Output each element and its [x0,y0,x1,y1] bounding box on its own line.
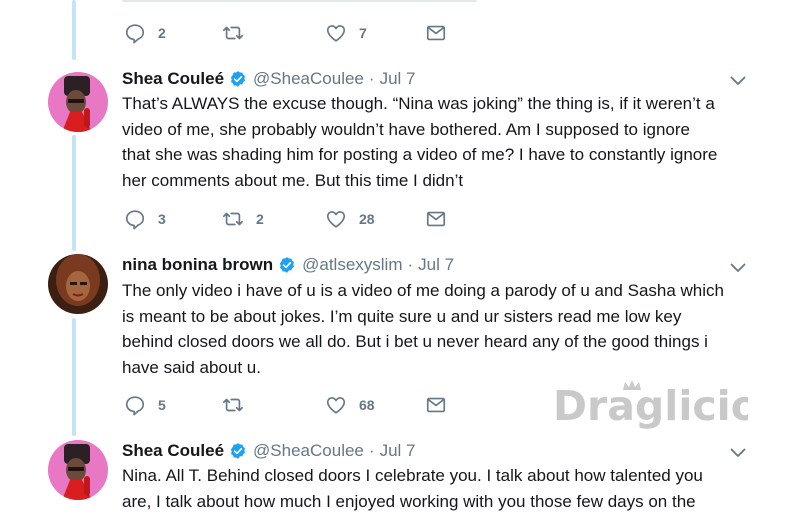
like-button[interactable]: 7 [325,21,367,45]
chevron-down-icon[interactable] [730,448,746,458]
handle[interactable]: @SheaCoulee [253,69,364,89]
separator: · [368,69,375,88]
envelope-icon [426,211,446,227]
verified-badge-icon [280,257,295,273]
reply-icon [125,24,145,44]
like-count: 7 [359,25,367,41]
heart-icon [326,25,346,42]
tweet-text-line: Nina. All T. Behind closed doors I celeb… [122,466,703,485]
avatar[interactable] [48,440,108,500]
retweet-icon [223,398,243,412]
retweet-icon [223,212,243,226]
tweet-text-line: her comments about me. But this time I d… [122,170,464,190]
reply-count: 2 [158,25,166,41]
heart-icon [326,397,346,414]
tweet-text-cut-off [122,0,482,4]
like-count: 28 [359,211,375,227]
tweet-1[interactable]: Shea Couleé @SheaCoulee · Jul 7 That’s A… [0,66,797,236]
display-name[interactable]: Shea Couleé [122,69,224,89]
tweet-text-line: That’s ALWAYS the excuse though. “Nina w… [122,94,715,113]
handle[interactable]: @SheaCoulee [253,441,364,461]
tweet-text: Nina. All T. Behind closed doors I celeb… [122,463,742,514]
envelope-icon [426,397,446,413]
separator: · [368,441,375,460]
tweet-top-partial: 2 7 [0,0,797,50]
reply-button[interactable]: 3 [124,207,166,231]
avatar[interactable] [48,254,108,314]
chevron-down-icon[interactable] [730,263,746,273]
retweet-button[interactable] [222,393,244,417]
tweet-header: nina bonina brown @atlsexyslim · Jul 7 [122,254,454,276]
message-button[interactable] [425,21,447,45]
tweet-date[interactable]: Jul 7 [418,255,454,275]
tweet-date[interactable]: Jul 7 [380,441,416,461]
separator: · [407,255,414,274]
tweet-text-line: are, I talk about how much I enjoyed wor… [122,491,696,511]
retweet-button[interactable]: 2 [222,207,264,231]
tweet-text-line: is meant to be about jokes. I’m quite su… [122,306,682,326]
reply-count: 3 [158,211,166,227]
retweet-button[interactable] [222,21,244,45]
watermark-logo: Draglicious [553,380,748,430]
like-button[interactable]: 28 [325,207,375,231]
chevron-down-icon[interactable] [730,76,746,86]
reply-icon [125,210,145,230]
tweet-text-line: that she was shading him for posting a v… [122,145,718,164]
reply-count: 5 [158,397,166,413]
like-count: 68 [359,397,375,413]
verified-badge-icon [230,443,246,459]
tweet-3[interactable]: Shea Couleé @SheaCoulee · Jul 7 Nina. Al… [0,440,797,520]
tweet-text-line: video of me, she probably wouldn’t have … [122,119,690,139]
tweet-text-line: The only video i have of u is a video of… [122,281,724,300]
watermark-text: Draglicious [553,382,748,430]
message-button[interactable] [425,393,447,417]
reply-button[interactable]: 2 [124,21,166,45]
display-name[interactable]: nina bonina brown [122,255,273,275]
handle[interactable]: @atlsexyslim [302,255,402,275]
retweet-count: 2 [256,211,264,227]
message-button[interactable] [425,207,447,231]
tweet-text: That’s ALWAYS the excuse though. “Nina w… [122,91,742,193]
like-button[interactable]: 68 [325,393,375,417]
display-name[interactable]: Shea Couleé [122,441,224,461]
tweet-date[interactable]: Jul 7 [380,69,416,89]
avatar[interactable] [48,72,108,132]
verified-badge-icon [230,71,246,87]
reply-icon [125,396,145,416]
tweet-header: Shea Couleé @SheaCoulee · Jul 7 [122,440,415,462]
heart-icon [326,211,346,228]
tweet-text-line: behind closed doors we all do. But i bet… [122,332,708,351]
retweet-icon [223,26,243,40]
envelope-icon [426,25,446,41]
tweet-text: The only video i have of u is a video of… [122,278,742,380]
reply-button[interactable]: 5 [124,393,166,417]
tweet-header: Shea Couleé @SheaCoulee · Jul 7 [122,68,415,90]
